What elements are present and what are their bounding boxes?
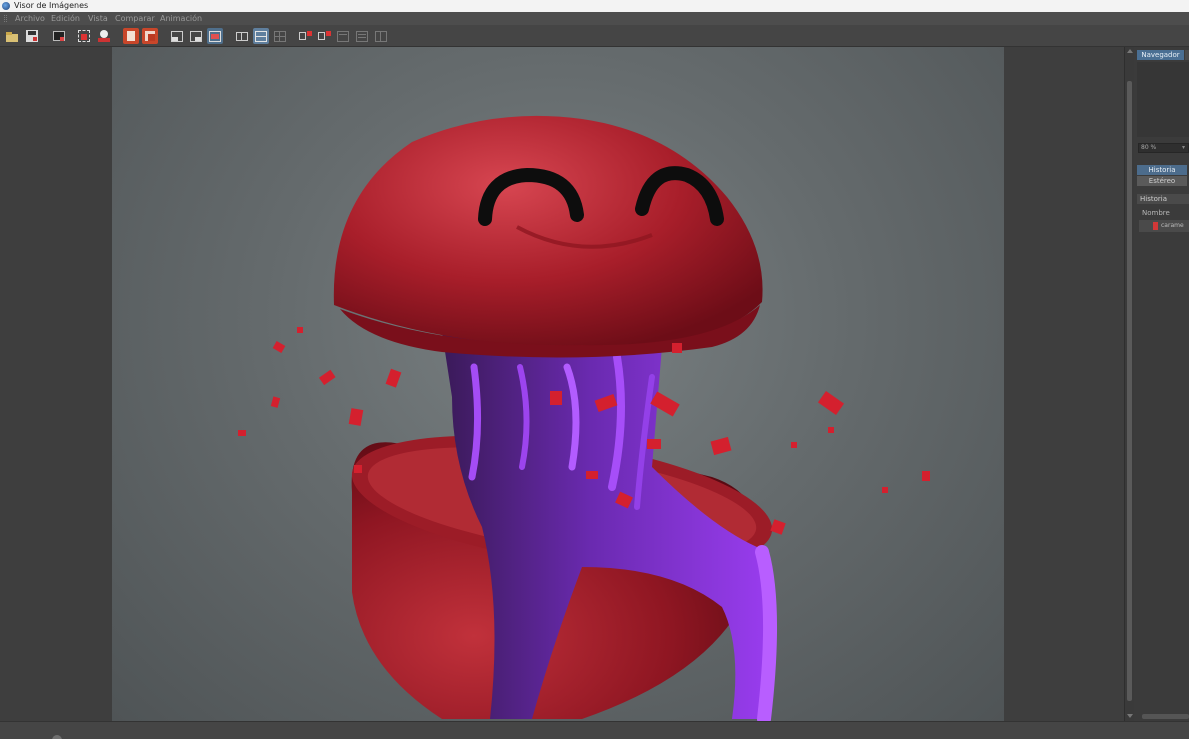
history-swatch-icon [1153, 222, 1158, 230]
menu-bar: Archivo Edición Vista Comparar Animación [0, 12, 1189, 25]
navigator-preview[interactable] [1137, 62, 1189, 137]
layout-3-icon[interactable] [373, 28, 389, 44]
snapshot-icon[interactable] [51, 28, 67, 44]
split-h-icon[interactable] [234, 28, 250, 44]
segment-estereo[interactable]: Estéreo [1137, 176, 1187, 186]
app-icon [2, 2, 10, 10]
scroll-down-icon[interactable] [1127, 714, 1133, 718]
window-title: Visor de Imágenes [14, 1, 89, 10]
channel-a-icon[interactable] [297, 28, 313, 44]
view-a-icon[interactable] [169, 28, 185, 44]
menu-comparar[interactable]: Comparar [115, 12, 155, 25]
compare-icon[interactable] [123, 28, 139, 44]
segment-historia[interactable]: Historia [1137, 165, 1187, 175]
render-image [112, 47, 1004, 721]
tab-second[interactable] [1185, 50, 1189, 60]
vertical-scrollbar[interactable] [1124, 47, 1134, 721]
view-b-icon[interactable] [188, 28, 204, 44]
zoom-value: 80 % [1141, 144, 1157, 151]
split-grid-icon[interactable] [272, 28, 288, 44]
view-ab-icon[interactable] [207, 28, 223, 44]
open-folder-icon[interactable] [4, 28, 20, 44]
tab-navegador[interactable]: Navegador [1137, 50, 1184, 60]
save-icon[interactable] [24, 28, 40, 44]
toolbar [0, 25, 1189, 47]
panel-horizontal-scrollbar[interactable] [1142, 714, 1189, 719]
menu-grip-icon [4, 15, 7, 22]
image-viewport[interactable] [0, 47, 1124, 721]
right-panel: Navegador 80 % ▾ Historia Estéreo Histor… [1134, 47, 1189, 721]
scroll-thumb[interactable] [1127, 81, 1132, 701]
scroll-up-icon[interactable] [1127, 49, 1133, 53]
menu-vista[interactable]: Vista [88, 12, 108, 25]
split-v-icon[interactable] [253, 28, 269, 44]
layout-2-icon[interactable] [354, 28, 370, 44]
render-icon[interactable] [96, 28, 112, 44]
history-section-title: Historia [1137, 194, 1189, 204]
menu-edicion[interactable]: Edición [51, 12, 80, 25]
column-nombre[interactable]: Nombre [1139, 209, 1189, 218]
stop-icon[interactable] [142, 28, 158, 44]
history-item-name: carame [1161, 222, 1184, 229]
channel-b-icon[interactable] [316, 28, 332, 44]
history-row[interactable]: carame [1139, 220, 1189, 232]
title-bar: Visor de Imágenes [0, 0, 1189, 12]
status-dot-icon[interactable] [52, 735, 62, 739]
status-bar [0, 721, 1189, 739]
menu-archivo[interactable]: Archivo [15, 12, 45, 25]
layout-1-icon[interactable] [335, 28, 351, 44]
render-region-icon[interactable] [76, 28, 92, 44]
menu-animacion[interactable]: Animación [160, 12, 202, 25]
render-artwork [238, 115, 930, 721]
zoom-input[interactable]: 80 % ▾ [1138, 143, 1189, 153]
chevron-down-icon[interactable]: ▾ [1182, 144, 1185, 152]
